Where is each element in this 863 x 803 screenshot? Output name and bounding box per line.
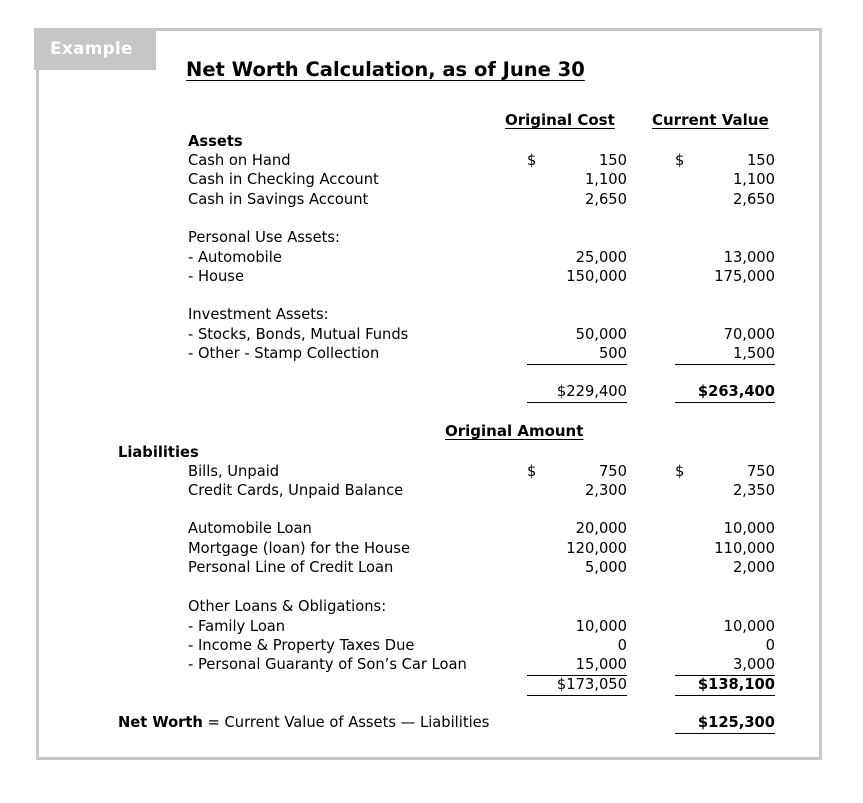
- currency-symbol: $: [527, 463, 537, 480]
- row-current-value: 1,500: [675, 344, 775, 365]
- row-original-amount: 120,000: [566, 540, 627, 557]
- other-loans-heading: Other Loans & Obligations:: [188, 598, 387, 615]
- net-worth-worksheet: Net Worth Calculation, as of June 30 Ori…: [0, 0, 863, 803]
- assets-heading: Assets: [188, 133, 243, 150]
- table-row: - Automobile 25,000 13,000: [0, 248, 863, 267]
- table-row: Bills, Unpaid $750 $750: [0, 462, 863, 481]
- table-row: - Income & Property Taxes Due 0 0: [0, 636, 863, 655]
- other-loans-heading-row: Other Loans & Obligations:: [0, 597, 863, 616]
- liabilities-total-row: $173,050 $138,100: [0, 675, 863, 696]
- row-original-cost: 150,000: [566, 268, 627, 285]
- row-label: - Automobile: [188, 249, 282, 266]
- row-label: Bills, Unpaid: [188, 463, 280, 480]
- net-worth-value: $125,300: [675, 713, 775, 734]
- row-label: Mortgage (loan) for the House: [188, 540, 410, 557]
- row-label: Cash in Checking Account: [188, 171, 379, 188]
- row-current-value: 2,650: [732, 191, 775, 208]
- row-original-cost: 2,650: [584, 191, 627, 208]
- net-worth-formula: Net Worth = Current Value of Assets — Li…: [118, 713, 489, 732]
- assets-total-row: $229,400 $263,400: [0, 382, 863, 403]
- page-title: Net Worth Calculation, as of June 30: [186, 58, 585, 81]
- row-label: - Family Loan: [188, 618, 286, 635]
- currency-symbol: $: [675, 463, 685, 480]
- value: 750: [746, 463, 775, 480]
- row-current-value: 2,000: [732, 559, 775, 576]
- table-row: Mortgage (loan) for the House 120,000 11…: [0, 539, 863, 558]
- net-worth-label: Net Worth: [118, 714, 203, 731]
- assets-heading-row: Assets: [0, 132, 863, 151]
- row-original-cost: 1,100: [584, 171, 627, 188]
- table-row: Cash on Hand $150 $150: [0, 151, 863, 170]
- liabilities-heading-row: Liabilities: [0, 443, 863, 462]
- row-current-value: 0: [765, 637, 775, 654]
- row-original-amount: $750: [527, 462, 627, 481]
- row-original-amount: 10,000: [575, 618, 627, 635]
- assets-total-original-cost: $229,400: [527, 382, 627, 403]
- row-current-value: $150: [675, 151, 775, 170]
- row-original-cost: 500: [527, 344, 627, 365]
- investment-assets-heading-row: Investment Assets:: [0, 305, 863, 324]
- row-current-value: 3,000: [675, 655, 775, 676]
- liabilities-total-current-value: $138,100: [675, 675, 775, 696]
- row-current-value: 175,000: [714, 268, 775, 285]
- value: 150: [598, 152, 627, 169]
- currency-symbol: $: [675, 152, 685, 169]
- row-current-value: $750: [675, 462, 775, 481]
- row-current-value: 13,000: [723, 249, 775, 266]
- column-header-current-value: Current Value: [652, 111, 769, 129]
- row-label: Cash in Savings Account: [188, 191, 369, 208]
- row-original-amount: 20,000: [575, 520, 627, 537]
- table-row: Cash in Savings Account 2,650 2,650: [0, 190, 863, 209]
- column-header-original-cost: Original Cost: [505, 111, 615, 129]
- table-row: Credit Cards, Unpaid Balance 2,300 2,350: [0, 481, 863, 500]
- assets-total-current-value: $263,400: [675, 382, 775, 403]
- value: 750: [598, 463, 627, 480]
- liabilities-heading: Liabilities: [118, 444, 199, 461]
- row-current-value: 2,350: [732, 482, 775, 499]
- row-current-value: 10,000: [723, 618, 775, 635]
- row-label: - Income & Property Taxes Due: [188, 637, 415, 654]
- row-label: - House: [188, 268, 244, 285]
- table-row: Cash in Checking Account 1,100 1,100: [0, 170, 863, 189]
- net-worth-row: Net Worth = Current Value of Assets — Li…: [0, 713, 863, 734]
- row-original-amount: 0: [617, 637, 627, 654]
- currency-symbol: $: [527, 152, 537, 169]
- table-row: Automobile Loan 20,000 10,000: [0, 519, 863, 538]
- row-original-cost: 25,000: [575, 249, 627, 266]
- table-row: - Other - Stamp Collection 500 1,500: [0, 344, 863, 365]
- table-row: - Personal Guaranty of Son’s Car Loan 15…: [0, 655, 863, 676]
- row-label: - Stocks, Bonds, Mutual Funds: [188, 326, 409, 343]
- investment-assets-heading: Investment Assets:: [188, 306, 329, 323]
- column-header-original-amount: Original Amount: [445, 422, 584, 440]
- liabilities-total-original-amount: $173,050: [527, 675, 627, 696]
- table-row: - Stocks, Bonds, Mutual Funds 50,000 70,…: [0, 325, 863, 344]
- row-label: Automobile Loan: [188, 520, 312, 537]
- row-original-amount: 5,000: [584, 559, 627, 576]
- value: 150: [746, 152, 775, 169]
- row-original-cost: 50,000: [575, 326, 627, 343]
- row-current-value: 1,100: [732, 171, 775, 188]
- row-label: - Other - Stamp Collection: [188, 345, 380, 362]
- row-original-cost: $150: [527, 151, 627, 170]
- row-original-amount: 2,300: [584, 482, 627, 499]
- net-worth-formula-text: = Current Value of Assets — Liabilities: [202, 714, 490, 731]
- row-current-value: 10,000: [723, 520, 775, 537]
- personal-use-assets-heading-row: Personal Use Assets:: [0, 228, 863, 247]
- row-label: - Personal Guaranty of Son’s Car Loan: [188, 656, 467, 673]
- row-label: Credit Cards, Unpaid Balance: [188, 482, 404, 499]
- row-label: Cash on Hand: [188, 152, 291, 169]
- table-row: - House 150,000 175,000: [0, 267, 863, 286]
- row-label: Personal Line of Credit Loan: [188, 559, 394, 576]
- table-row: Personal Line of Credit Loan 5,000 2,000: [0, 558, 863, 577]
- table-row: - Family Loan 10,000 10,000: [0, 617, 863, 636]
- row-current-value: 110,000: [714, 540, 775, 557]
- row-current-value: 70,000: [723, 326, 775, 343]
- personal-use-assets-heading: Personal Use Assets:: [188, 229, 340, 246]
- row-original-amount: 15,000: [527, 655, 627, 676]
